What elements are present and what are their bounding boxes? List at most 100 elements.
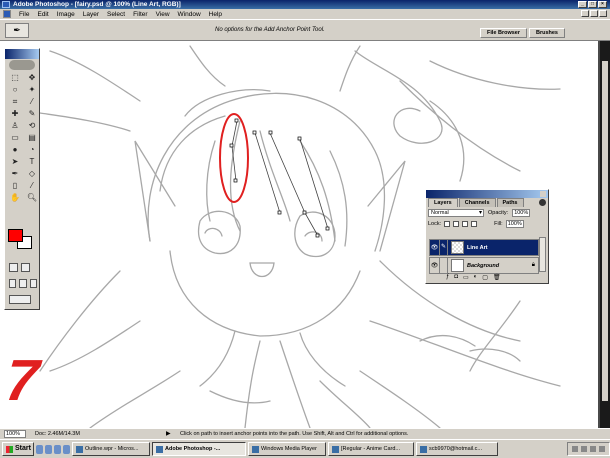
taskbar-item-photoshop[interactable]: Adobe Photoshop -... [152, 442, 246, 456]
tray-network-icon[interactable] [572, 446, 578, 452]
layer-row-background[interactable]: 👁︎ Background 🔒︎ [429, 257, 539, 274]
brushes-tab[interactable]: Brushes [528, 28, 565, 38]
zoom-tool-icon[interactable]: 🔍︎ [25, 193, 39, 203]
foreground-color-swatch[interactable] [8, 229, 23, 242]
doc-close-button[interactable] [599, 10, 607, 17]
full-screen-menu-icon[interactable] [19, 279, 27, 288]
fill-field[interactable]: 100% [505, 219, 524, 228]
toolbox-header[interactable] [5, 49, 39, 59]
vertical-scrollbar[interactable] [602, 61, 608, 401]
task-label: scb9970@hotmail.c... [429, 446, 482, 452]
fill-label: Fill: [494, 220, 503, 227]
notes-tool-icon[interactable]: ▯ [8, 181, 22, 191]
standard-screen-icon[interactable] [9, 279, 17, 288]
layers-palette-header[interactable] [426, 190, 548, 198]
taskbar-item-messenger[interactable]: scb9970@hotmail.c... [416, 442, 498, 456]
adobe-online-icon[interactable] [9, 60, 35, 70]
layer-style-icon[interactable]: ƒ [446, 274, 449, 281]
blend-mode-select[interactable]: Normal [428, 208, 484, 217]
options-bar: ✒ No options for the Add Anchor Point To… [0, 19, 610, 41]
doc-minimize-button[interactable] [581, 10, 589, 17]
healing-brush-tool-icon[interactable]: ✚ [8, 109, 22, 119]
layers-scrollbar[interactable] [539, 237, 546, 272]
menu-file[interactable]: File [19, 11, 29, 18]
blur-tool-icon[interactable]: ● [8, 145, 22, 155]
eyedropper-tool-icon[interactable]: ⁄ [25, 181, 39, 191]
layer-mask-icon[interactable]: ◘ [454, 274, 458, 281]
shape-tool-icon[interactable]: ◇ [25, 169, 39, 179]
visibility-eye-icon[interactable]: 👁︎ [430, 262, 439, 269]
status-menu-arrow-icon[interactable]: ▶ [166, 429, 171, 439]
path-selection-tool-icon[interactable]: ➤ [8, 157, 22, 167]
lasso-tool-icon[interactable]: ○ [8, 85, 22, 95]
lock-position-checkbox[interactable] [462, 220, 469, 227]
quicklaunch-browser-icon[interactable] [45, 444, 52, 454]
brush-link-icon[interactable]: ✎ [439, 240, 448, 255]
taskbar-item-media-player[interactable]: Windows Media Player [248, 442, 326, 456]
menu-image[interactable]: Image [57, 11, 75, 18]
jump-to-imageready-icon[interactable] [9, 295, 31, 304]
pen-tool-icon[interactable]: ✒ [8, 169, 22, 179]
document-icon[interactable] [3, 10, 11, 18]
menu-select[interactable]: Select [107, 11, 125, 18]
options-message: No options for the Add Anchor Point Tool… [215, 27, 325, 33]
doc-restore-button[interactable] [590, 10, 598, 17]
menu-help[interactable]: Help [209, 11, 222, 18]
brush-link-icon[interactable] [439, 258, 448, 273]
full-screen-icon[interactable] [29, 279, 37, 288]
layer-row-line-art[interactable]: 👁︎ ✎ Line Art [429, 239, 539, 256]
tray-volume-icon[interactable] [581, 446, 587, 452]
clone-stamp-tool-icon[interactable]: ♙ [8, 121, 22, 131]
visibility-eye-icon[interactable]: 👁︎ [430, 244, 439, 251]
adjustment-layer-icon[interactable]: ◐ [474, 274, 478, 281]
lock-image-checkbox[interactable] [453, 220, 460, 227]
eraser-tool-icon[interactable]: ▭ [8, 133, 22, 143]
menu-filter[interactable]: Filter [133, 11, 147, 18]
start-button[interactable]: Start [2, 442, 34, 456]
dodge-tool-icon[interactable]: ◔ [25, 145, 39, 155]
task-label: Windows Media Player [261, 446, 317, 452]
quicklaunch-mail-icon[interactable] [54, 444, 61, 454]
menu-layer[interactable]: Layer [83, 11, 99, 18]
minimize-button[interactable]: _ [578, 1, 587, 8]
move-tool-icon[interactable]: ✥ [25, 73, 39, 83]
palette-menu-icon[interactable] [539, 199, 546, 206]
tab-paths[interactable]: Paths [496, 198, 524, 207]
photoshop-icon [156, 445, 163, 453]
menu-edit[interactable]: Edit [37, 11, 48, 18]
quicklaunch-media-icon[interactable] [63, 444, 70, 454]
tray-messenger-icon[interactable] [590, 446, 596, 452]
history-brush-tool-icon[interactable]: ⟲ [25, 121, 39, 131]
opacity-field[interactable]: 100% [512, 208, 531, 217]
close-button[interactable]: × [598, 1, 607, 8]
type-tool-icon[interactable]: T [25, 157, 39, 167]
trash-icon[interactable]: 🗑︎ [493, 274, 501, 281]
gradient-tool-icon[interactable]: ▤ [25, 133, 39, 143]
zoom-field[interactable]: 100% [4, 430, 26, 438]
new-layer-icon[interactable]: ▢ [482, 274, 488, 281]
lock-all-checkbox[interactable] [471, 220, 478, 227]
taskbar-item-browser[interactable]: [Regular - Anime Card... [328, 442, 414, 456]
menu-view[interactable]: View [156, 11, 170, 18]
menu-window[interactable]: Window [178, 11, 201, 18]
tab-layers[interactable]: Layers [428, 198, 458, 207]
doc-size-info[interactable]: Doc: 2.46M/14.3M [35, 429, 80, 439]
layer-set-icon[interactable]: ▭ [463, 274, 469, 281]
slice-tool-icon[interactable]: ⁄ [25, 97, 39, 107]
brush-tool-icon[interactable]: ✎ [25, 109, 39, 119]
marquee-tool-icon[interactable]: ⬚ [8, 73, 22, 83]
standard-mode-icon[interactable] [9, 263, 18, 272]
crop-tool-icon[interactable]: ⌗ [8, 97, 22, 107]
quick-mask-mode-icon[interactable] [21, 263, 30, 272]
taskbar-item-outline[interactable]: Outline.wpr - Micros... [72, 442, 150, 456]
maximize-button[interactable]: □ [588, 1, 597, 8]
magic-wand-tool-icon[interactable]: ✦ [25, 85, 39, 95]
quicklaunch-desktop-icon[interactable] [36, 444, 43, 454]
palette-close-button[interactable] [540, 191, 546, 197]
hand-tool-icon[interactable]: ✋ [8, 193, 22, 203]
lock-transparency-checkbox[interactable] [444, 220, 451, 227]
file-browser-tab[interactable]: File Browser [479, 28, 527, 38]
tool-preset-picker[interactable]: ✒ [5, 23, 29, 38]
tab-channels[interactable]: Channels [458, 198, 496, 207]
tray-clock-icon[interactable] [599, 446, 605, 452]
